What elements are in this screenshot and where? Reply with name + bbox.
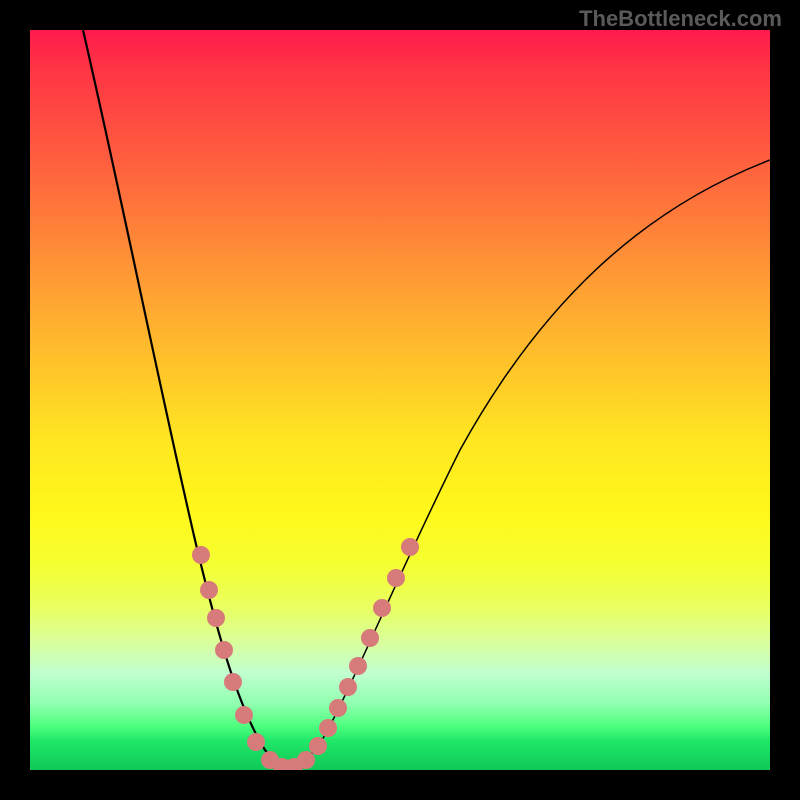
marker-dot — [207, 609, 225, 627]
marker-dot — [224, 673, 242, 691]
watermark-text: TheBottleneck.com — [579, 6, 782, 32]
marker-dot — [329, 699, 347, 717]
marker-dot — [319, 719, 337, 737]
marker-dot — [349, 657, 367, 675]
chart-plot-area — [30, 30, 770, 770]
curve-left-branch — [83, 30, 288, 767]
marker-dot — [215, 641, 233, 659]
marker-dot — [235, 706, 253, 724]
marker-dot — [387, 569, 405, 587]
chart-svg — [30, 30, 770, 770]
marker-dot — [361, 629, 379, 647]
curve-right-branch — [288, 160, 770, 767]
marker-dot — [373, 599, 391, 617]
marker-dot — [247, 733, 265, 751]
marker-dot — [200, 581, 218, 599]
marker-dot — [297, 751, 315, 769]
marker-dot — [192, 546, 210, 564]
marker-dot — [401, 538, 419, 556]
marker-dot — [309, 737, 327, 755]
marker-group — [192, 538, 419, 770]
marker-dot — [339, 678, 357, 696]
